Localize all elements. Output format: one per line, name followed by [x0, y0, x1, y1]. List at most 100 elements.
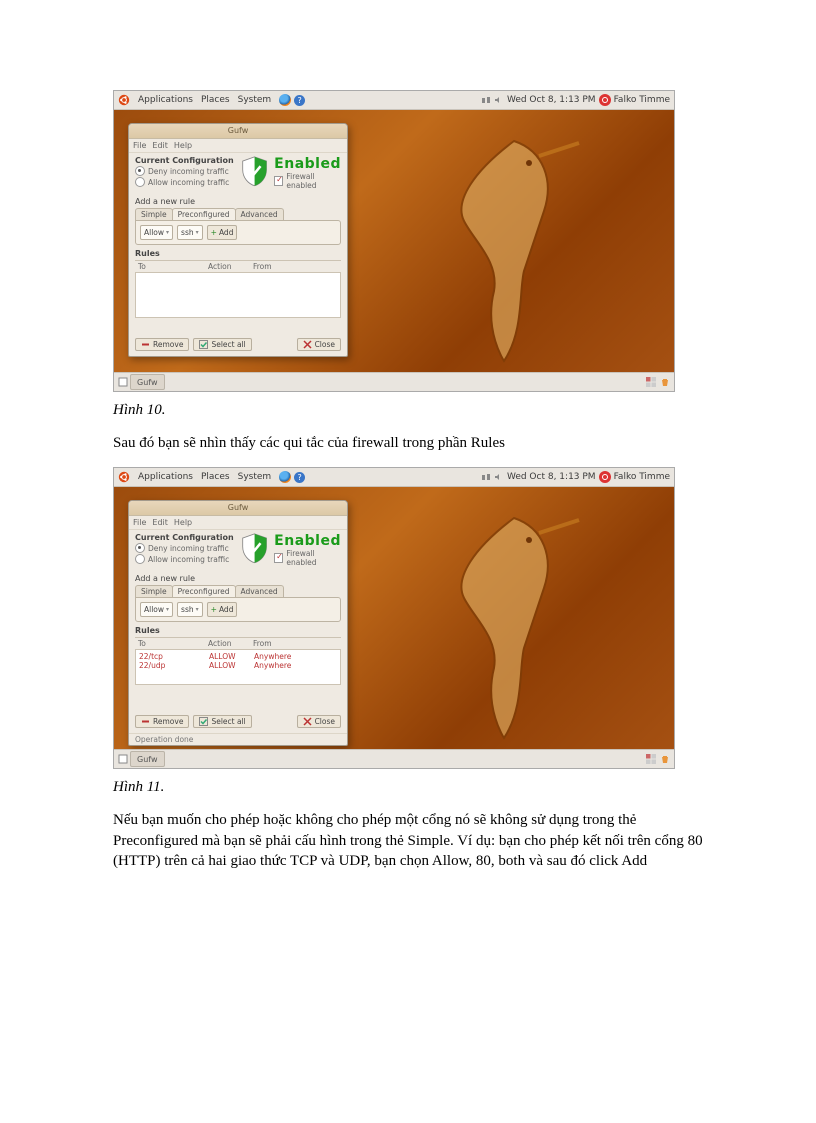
- help-icon[interactable]: ?: [294, 472, 305, 483]
- gufw-menubar: File Edit Help: [129, 139, 347, 153]
- firewall-enabled-checkbox[interactable]: [274, 176, 283, 186]
- plus-icon: +: [211, 228, 217, 237]
- radio-deny[interactable]: [135, 166, 145, 176]
- firefox-launcher-icon[interactable]: [279, 471, 291, 483]
- current-config-title: Current Configuration: [135, 156, 235, 165]
- tab-simple[interactable]: Simple: [135, 585, 173, 597]
- tab-preconfigured[interactable]: Preconfigured: [172, 208, 236, 220]
- window-titlebar[interactable]: Gufw: [129, 124, 347, 139]
- remove-button[interactable]: Remove: [135, 338, 189, 351]
- menu-help[interactable]: Help: [174, 141, 192, 150]
- network-idle-icon[interactable]: [481, 95, 491, 105]
- chevron-down-icon: ▾: [166, 229, 169, 236]
- show-desktop-icon[interactable]: [118, 377, 128, 387]
- volume-icon[interactable]: [494, 95, 504, 105]
- menu-applications[interactable]: Applications: [134, 472, 197, 482]
- clock[interactable]: Wed Oct 8, 1:13 PM: [507, 95, 596, 105]
- add-rule-title: Add a new rule: [135, 574, 341, 583]
- gnome-bottom-panel: Gufw: [114, 372, 674, 391]
- wallpaper-heron-art: [394, 131, 594, 371]
- clock[interactable]: Wed Oct 8, 1:13 PM: [507, 472, 596, 482]
- action-select[interactable]: Allow▾: [140, 225, 173, 240]
- radio-allow-label: Allow incoming traffic: [148, 178, 229, 187]
- enabled-label: Enabled: [274, 156, 341, 172]
- workspace-switcher-icon[interactable]: [646, 754, 656, 764]
- system-tray: Wed Oct 8, 1:13 PM Falko Timme: [481, 94, 674, 106]
- rules-list[interactable]: 22/tcp ALLOW Anywhere 22/udp ALLOW Anywh…: [135, 650, 341, 685]
- firewall-enabled-label: Firewall enabled: [286, 549, 341, 567]
- select-all-button[interactable]: Select all: [193, 338, 251, 351]
- close-button[interactable]: Close: [297, 715, 341, 728]
- col-to: To: [138, 639, 208, 648]
- trash-icon[interactable]: [660, 754, 670, 764]
- rules-title: Rules: [135, 626, 341, 635]
- menu-places[interactable]: Places: [197, 472, 234, 482]
- rule-row[interactable]: 22/tcp ALLOW Anywhere: [139, 652, 337, 661]
- shutdown-icon[interactable]: [599, 94, 611, 106]
- ubuntu-logo-icon: [118, 94, 130, 106]
- radio-allow[interactable]: [135, 554, 145, 564]
- menu-applications[interactable]: Applications: [134, 95, 197, 105]
- rules-header: To Action From: [135, 260, 341, 273]
- menu-file[interactable]: File: [133, 518, 146, 527]
- tab-advanced[interactable]: Advanced: [235, 585, 284, 597]
- close-icon: [303, 717, 312, 726]
- col-action: Action: [208, 639, 253, 648]
- rule-tabs: Simple Preconfigured Advanced: [135, 208, 341, 220]
- user-name[interactable]: Falko Timme: [614, 472, 670, 482]
- add-rule-title: Add a new rule: [135, 197, 341, 206]
- firefox-launcher-icon[interactable]: [279, 94, 291, 106]
- remove-button[interactable]: Remove: [135, 715, 189, 728]
- radio-allow[interactable]: [135, 177, 145, 187]
- tab-preconfigured[interactable]: Preconfigured: [172, 585, 236, 597]
- tab-simple[interactable]: Simple: [135, 208, 173, 220]
- col-from: From: [253, 262, 338, 271]
- volume-icon[interactable]: [494, 472, 504, 482]
- col-action: Action: [208, 262, 253, 271]
- rules-list[interactable]: [135, 273, 341, 318]
- rule-row[interactable]: 22/udp ALLOW Anywhere: [139, 661, 337, 670]
- shutdown-icon[interactable]: [599, 471, 611, 483]
- workspace-switcher-icon[interactable]: [646, 377, 656, 387]
- add-button[interactable]: +Add: [207, 602, 238, 617]
- tab-body: Allow▾ ssh▾ +Add: [135, 220, 341, 245]
- current-config-title: Current Configuration: [135, 533, 235, 542]
- chevron-down-icon: ▾: [196, 606, 199, 613]
- menu-edit[interactable]: Edit: [152, 141, 168, 150]
- trash-icon[interactable]: [660, 377, 670, 387]
- tab-advanced[interactable]: Advanced: [235, 208, 284, 220]
- network-idle-icon[interactable]: [481, 472, 491, 482]
- window-titlebar[interactable]: Gufw: [129, 501, 347, 516]
- radio-deny[interactable]: [135, 543, 145, 553]
- plus-icon: +: [211, 605, 217, 614]
- gufw-footer: Remove Select all Close: [129, 711, 347, 733]
- taskbar-gufw[interactable]: Gufw: [130, 751, 165, 767]
- gnome-top-panel: Applications Places System ? Wed Oct 8, …: [114, 91, 674, 110]
- menu-places[interactable]: Places: [197, 95, 234, 105]
- show-desktop-icon[interactable]: [118, 754, 128, 764]
- service-select[interactable]: ssh▾: [177, 602, 203, 617]
- gnome-top-panel: Applications Places System ? Wed Oct 8, …: [114, 468, 674, 487]
- firewall-enabled-checkbox[interactable]: [274, 553, 283, 563]
- help-icon[interactable]: ?: [294, 95, 305, 106]
- action-select[interactable]: Allow▾: [140, 602, 173, 617]
- add-button[interactable]: +Add: [207, 225, 238, 240]
- radio-allow-label: Allow incoming traffic: [148, 555, 229, 564]
- menu-system[interactable]: System: [234, 472, 276, 482]
- menu-help[interactable]: Help: [174, 518, 192, 527]
- close-button[interactable]: Close: [297, 338, 341, 351]
- paragraph-1: Sau đó bạn sẽ nhìn thấy các qui tắc của …: [113, 433, 703, 453]
- rules-header: To Action From: [135, 637, 341, 650]
- menu-edit[interactable]: Edit: [152, 518, 168, 527]
- enabled-label: Enabled: [274, 533, 341, 549]
- col-from: From: [253, 639, 338, 648]
- menu-file[interactable]: File: [133, 141, 146, 150]
- select-all-icon: [199, 717, 208, 726]
- menu-system[interactable]: System: [234, 95, 276, 105]
- user-name[interactable]: Falko Timme: [614, 95, 670, 105]
- gufw-window: Gufw File Edit Help Current Configuratio…: [128, 500, 348, 746]
- service-select[interactable]: ssh▾: [177, 225, 203, 240]
- select-all-button[interactable]: Select all: [193, 715, 251, 728]
- taskbar-gufw[interactable]: Gufw: [130, 374, 165, 390]
- firewall-enabled-label: Firewall enabled: [286, 172, 341, 190]
